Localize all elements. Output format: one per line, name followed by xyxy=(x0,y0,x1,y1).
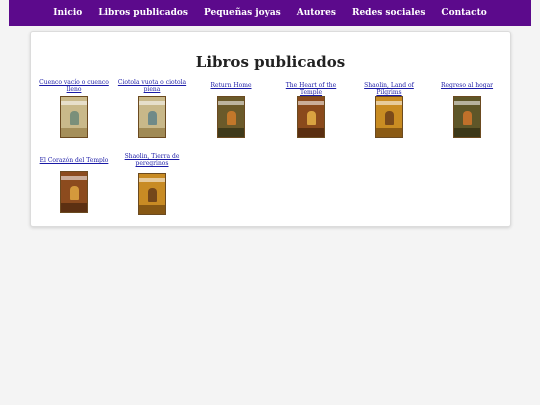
nav-link-autores[interactable]: Autores xyxy=(297,8,336,18)
book-title-link[interactable]: Cuenco vacío o cuenco lleno xyxy=(37,79,111,96)
book-title-link[interactable]: Regreso al hogar xyxy=(430,82,504,96)
books-panel: Libros publicados Cuenco vacío o cuenco … xyxy=(30,31,511,227)
nav-link-libros-publicados[interactable]: Libros publicados xyxy=(98,8,188,18)
book-title-link[interactable]: Ciotola vuota o ciotola piena xyxy=(115,79,189,96)
nav-link-contacto[interactable]: Contacto xyxy=(441,8,486,18)
book-card: Regreso al hogar xyxy=(430,82,504,138)
book-title-link[interactable]: Return Home xyxy=(194,82,268,96)
nav-link-redes-sociales[interactable]: Redes sociales xyxy=(352,8,425,18)
book-card: The Heart of the Temple xyxy=(274,82,348,138)
book-card: Cuenco vacío o cuenco lleno xyxy=(37,79,111,138)
book-card: El Corazón del Templo xyxy=(37,157,111,213)
top-navbar: Inicio Libros publicados Pequeñas joyas … xyxy=(9,0,531,26)
book-cover-image[interactable] xyxy=(375,96,403,138)
nav-link-pequenas-joyas[interactable]: Pequeñas joyas xyxy=(204,8,281,18)
book-title-link[interactable]: El Corazón del Templo xyxy=(37,157,111,171)
book-cover-image[interactable] xyxy=(60,96,88,138)
page-title: Libros publicados xyxy=(195,53,346,71)
book-title-link[interactable]: The Heart of the Temple xyxy=(274,82,348,96)
book-cover-image[interactable] xyxy=(297,96,325,138)
book-card: Return Home xyxy=(194,82,268,138)
book-cover-image[interactable] xyxy=(138,173,166,215)
book-cover-image[interactable] xyxy=(453,96,481,138)
book-cover-image[interactable] xyxy=(138,96,166,138)
book-title-link[interactable]: Shaolin, Land of Pilgrims xyxy=(352,82,426,96)
book-cover-image[interactable] xyxy=(217,96,245,138)
book-card: Shaolin, Land of Pilgrims xyxy=(352,82,426,138)
nav-link-inicio[interactable]: Inicio xyxy=(53,8,82,18)
book-cover-image[interactable] xyxy=(60,171,88,213)
book-card: Ciotola vuota o ciotola piena xyxy=(115,79,189,138)
book-card: Shaolin, Tierra de peregrinos xyxy=(115,153,189,215)
book-title-link[interactable]: Shaolin, Tierra de peregrinos xyxy=(115,153,189,173)
